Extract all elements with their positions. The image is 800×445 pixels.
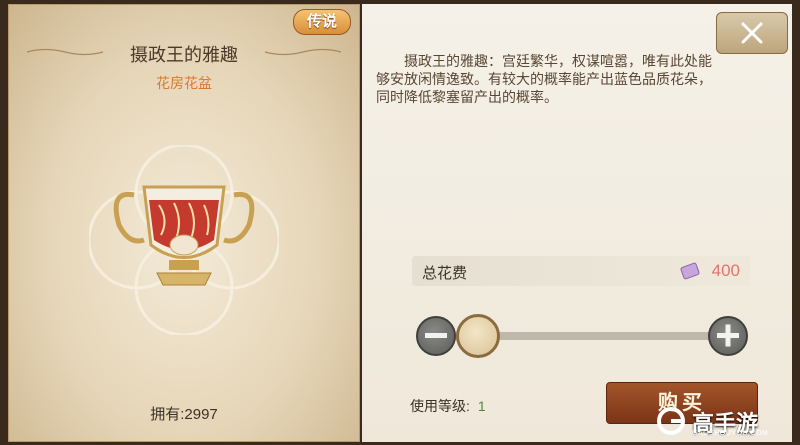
total-cost-label: 总花费	[422, 265, 468, 282]
rarity-badge: 传说	[293, 9, 351, 35]
decrease-button[interactable]	[416, 316, 456, 356]
slider-handle[interactable]	[456, 314, 500, 358]
watermark: 高手游 GAOSHOUYOU.COM	[652, 402, 788, 440]
quantity-slider[interactable]	[416, 314, 748, 358]
increase-button[interactable]	[708, 316, 748, 356]
detail-panel: 摄政王的雅趣：宫廷繁华，权谋喧嚣，唯有此处能够安放闲情逸致。有较大的概率能产出蓝…	[362, 4, 792, 442]
use-level: 使用等级: 1	[410, 396, 486, 416]
watermark-domain: GAOSHOUYOU.COM	[692, 430, 769, 437]
owned-count: 拥有:2997	[150, 406, 218, 423]
total-cost-value: 400	[711, 261, 740, 280]
close-button[interactable]	[716, 12, 788, 54]
item-title: 摄政王的雅趣	[130, 45, 238, 65]
total-cost-row: 总花费 400	[412, 256, 750, 286]
ticket-icon	[680, 262, 700, 280]
flowerpot-image	[89, 145, 279, 335]
close-icon	[741, 22, 763, 44]
use-level-value: 1	[477, 398, 486, 414]
brand-logo-icon	[657, 407, 685, 435]
minus-icon	[425, 333, 447, 338]
plus-icon	[717, 324, 739, 347]
use-level-label: 使用等级:	[410, 398, 470, 414]
item-category: 花房花盆	[156, 75, 212, 91]
item-preview-panel: 传说 摄政王的雅趣 花房花盆 拥有:2997	[8, 4, 360, 442]
shop-dialog: 传说 摄政王的雅趣 花房花盆 拥有:2997 摄政王的雅趣：宫廷繁华，权谋喧嚣，…	[0, 0, 800, 445]
item-description: 摄政王的雅趣：宫廷繁华，权谋喧嚣，唯有此处能够安放闲情逸致。有较大的概率能产出蓝…	[376, 53, 712, 105]
